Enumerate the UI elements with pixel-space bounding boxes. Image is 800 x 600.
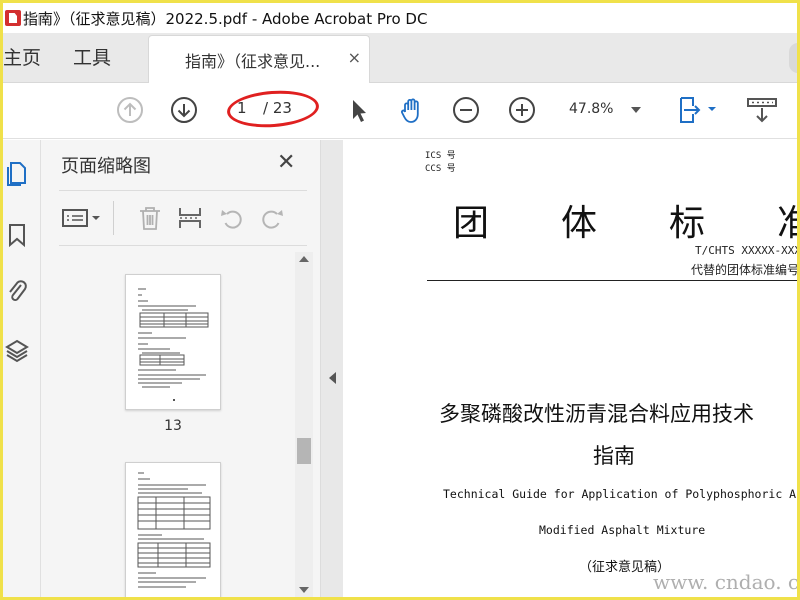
extract-icon[interactable]	[177, 205, 203, 231]
scroll-mode-icon[interactable]	[745, 95, 779, 125]
scroll-thumb[interactable]	[297, 438, 311, 464]
thumbnail-page-number: 13	[164, 418, 182, 434]
scroll-up-icon[interactable]	[299, 256, 309, 262]
page-thumbnails-panel: 页面缩略图 ✕ 13	[41, 140, 321, 597]
document-tab-label: 指南》（征求意见...	[185, 52, 321, 71]
scroll-down-icon[interactable]	[299, 587, 309, 593]
thumbnail-scrollbar[interactable]	[295, 252, 313, 597]
zoom-dropdown-icon[interactable]	[631, 107, 641, 113]
document-title-cn: 多聚磷酸改性沥青混合料应用技术	[439, 402, 754, 426]
toolbar-divider	[113, 201, 114, 235]
bookmark-icon[interactable]	[5, 222, 29, 248]
tab-document[interactable]: 指南》（征求意见... ×	[148, 35, 370, 83]
navigation-rail	[3, 140, 41, 597]
thumbnail-page-content	[137, 472, 211, 588]
title-bar: 指南》（征求意见稿）2022.5.pdf - Adobe Acrobat Pro…	[3, 3, 797, 33]
heading-char: 准	[776, 203, 797, 244]
heading-char: 团	[453, 203, 490, 244]
thumbnail-list: 13	[41, 252, 313, 597]
window-title: 指南》（征求意见稿）2022.5.pdf - Adobe Acrobat Pro…	[23, 9, 428, 28]
panel-toolbar	[59, 190, 307, 246]
zoom-level[interactable]: 47.8%	[569, 101, 613, 117]
next-page-icon[interactable]	[169, 95, 199, 125]
page-fit-icon[interactable]	[675, 95, 721, 125]
red-highlight-ellipse	[225, 87, 321, 131]
heading-char: 标	[668, 203, 705, 244]
close-tab-icon[interactable]: ×	[348, 48, 361, 67]
thumbnail-page-13[interactable]	[125, 274, 221, 410]
panel-collapse-bar[interactable]	[321, 140, 343, 597]
watermark-bottom-right: www. cndao. com	[653, 570, 797, 594]
page-number-field[interactable]: 1 / 23	[225, 87, 321, 131]
acrobat-window: 指南》（征求意见稿）2022.5.pdf - Adobe Acrobat Pro…	[3, 3, 797, 597]
layers-icon[interactable]	[5, 338, 29, 364]
group-standard-heading: 团 体 标 准	[453, 194, 797, 246]
thumbnail-page-14[interactable]	[125, 462, 221, 597]
document-view[interactable]: ICS 号 CCS 号 团 体 标 准 T/CHTS XXXXX-XXXX 代替…	[343, 140, 797, 597]
standard-code: T/CHTS XXXXX-XXXX	[695, 244, 797, 257]
heading-char: 体	[560, 203, 597, 244]
panel-title: 页面缩略图	[61, 156, 151, 177]
attachment-icon[interactable]	[5, 278, 29, 304]
main-toolbar: 1 / 23 47.8%	[3, 83, 797, 139]
zoom-out-icon[interactable]	[451, 95, 481, 125]
delete-icon[interactable]	[137, 205, 163, 231]
prev-page-icon[interactable]	[115, 95, 145, 125]
select-arrow-icon[interactable]	[343, 95, 373, 125]
rotate-left-icon[interactable]	[219, 205, 245, 231]
tab-tools[interactable]: 工具	[73, 33, 111, 83]
tab-home[interactable]: 主页	[3, 33, 41, 83]
collapse-arrow-icon[interactable]	[329, 372, 336, 384]
hand-icon[interactable]	[397, 95, 427, 125]
document-title-en: Technical Guide for Application of Polyp…	[443, 487, 797, 501]
zoom-in-icon[interactable]	[507, 95, 537, 125]
document-title-en-line2: Modified Asphalt Mixture	[539, 523, 706, 537]
header-rule	[427, 280, 797, 281]
options-menu-icon[interactable]	[61, 205, 103, 231]
new-tab-edge	[789, 43, 797, 73]
page-thumbnails-icon[interactable]	[5, 160, 29, 186]
thumbnail-page-content	[138, 288, 209, 401]
close-panel-icon[interactable]: ✕	[277, 150, 295, 175]
replaces-label: 代替的团体标准编号	[691, 263, 797, 277]
ccs-label: CCS 号	[425, 164, 456, 174]
ics-label: ICS 号	[425, 151, 456, 161]
tab-bar: 主页 工具 指南》（征求意见... ×	[3, 33, 797, 83]
pdf-file-icon	[5, 10, 21, 26]
rotate-right-icon[interactable]	[259, 205, 285, 231]
document-title-cn-line2: 指南	[593, 444, 635, 468]
